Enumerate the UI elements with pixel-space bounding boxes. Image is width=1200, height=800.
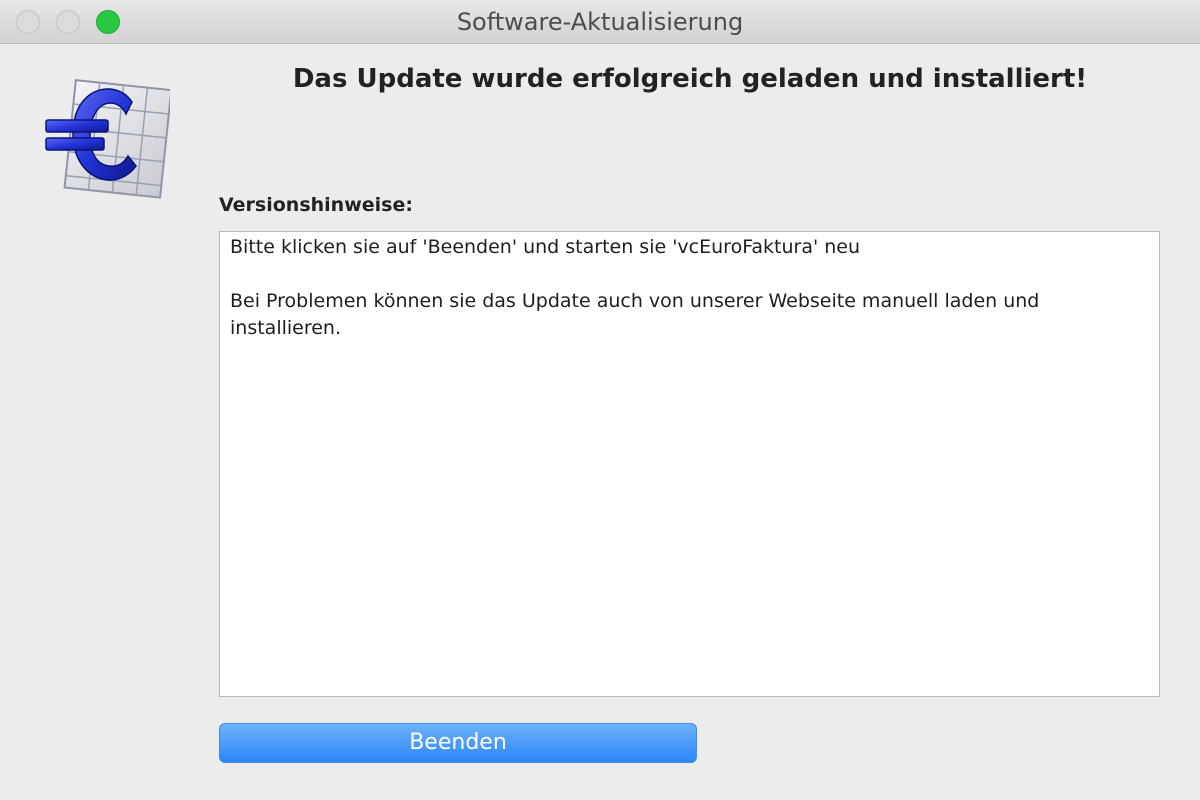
release-notes-textarea[interactable]: Bitte klicken sie auf 'Beenden' und star… xyxy=(219,231,1160,697)
release-notes-line: Bei Problemen können sie das Update auch… xyxy=(230,290,1040,339)
release-notes-line: Bitte klicken sie auf 'Beenden' und star… xyxy=(230,236,861,258)
window-title: Software-Aktualisierung xyxy=(456,8,744,36)
euro-calculator-icon xyxy=(40,72,173,202)
title-bar[interactable]: Software-Aktualisierung xyxy=(0,0,1200,44)
success-headline: Das Update wurde erfolgreich geladen und… xyxy=(292,64,1088,94)
quit-button[interactable]: Beenden xyxy=(219,723,697,763)
update-window: Software-Aktualisierung Das Update wurde… xyxy=(0,0,1200,800)
release-notes-label: Versionshinweise: xyxy=(219,194,413,216)
